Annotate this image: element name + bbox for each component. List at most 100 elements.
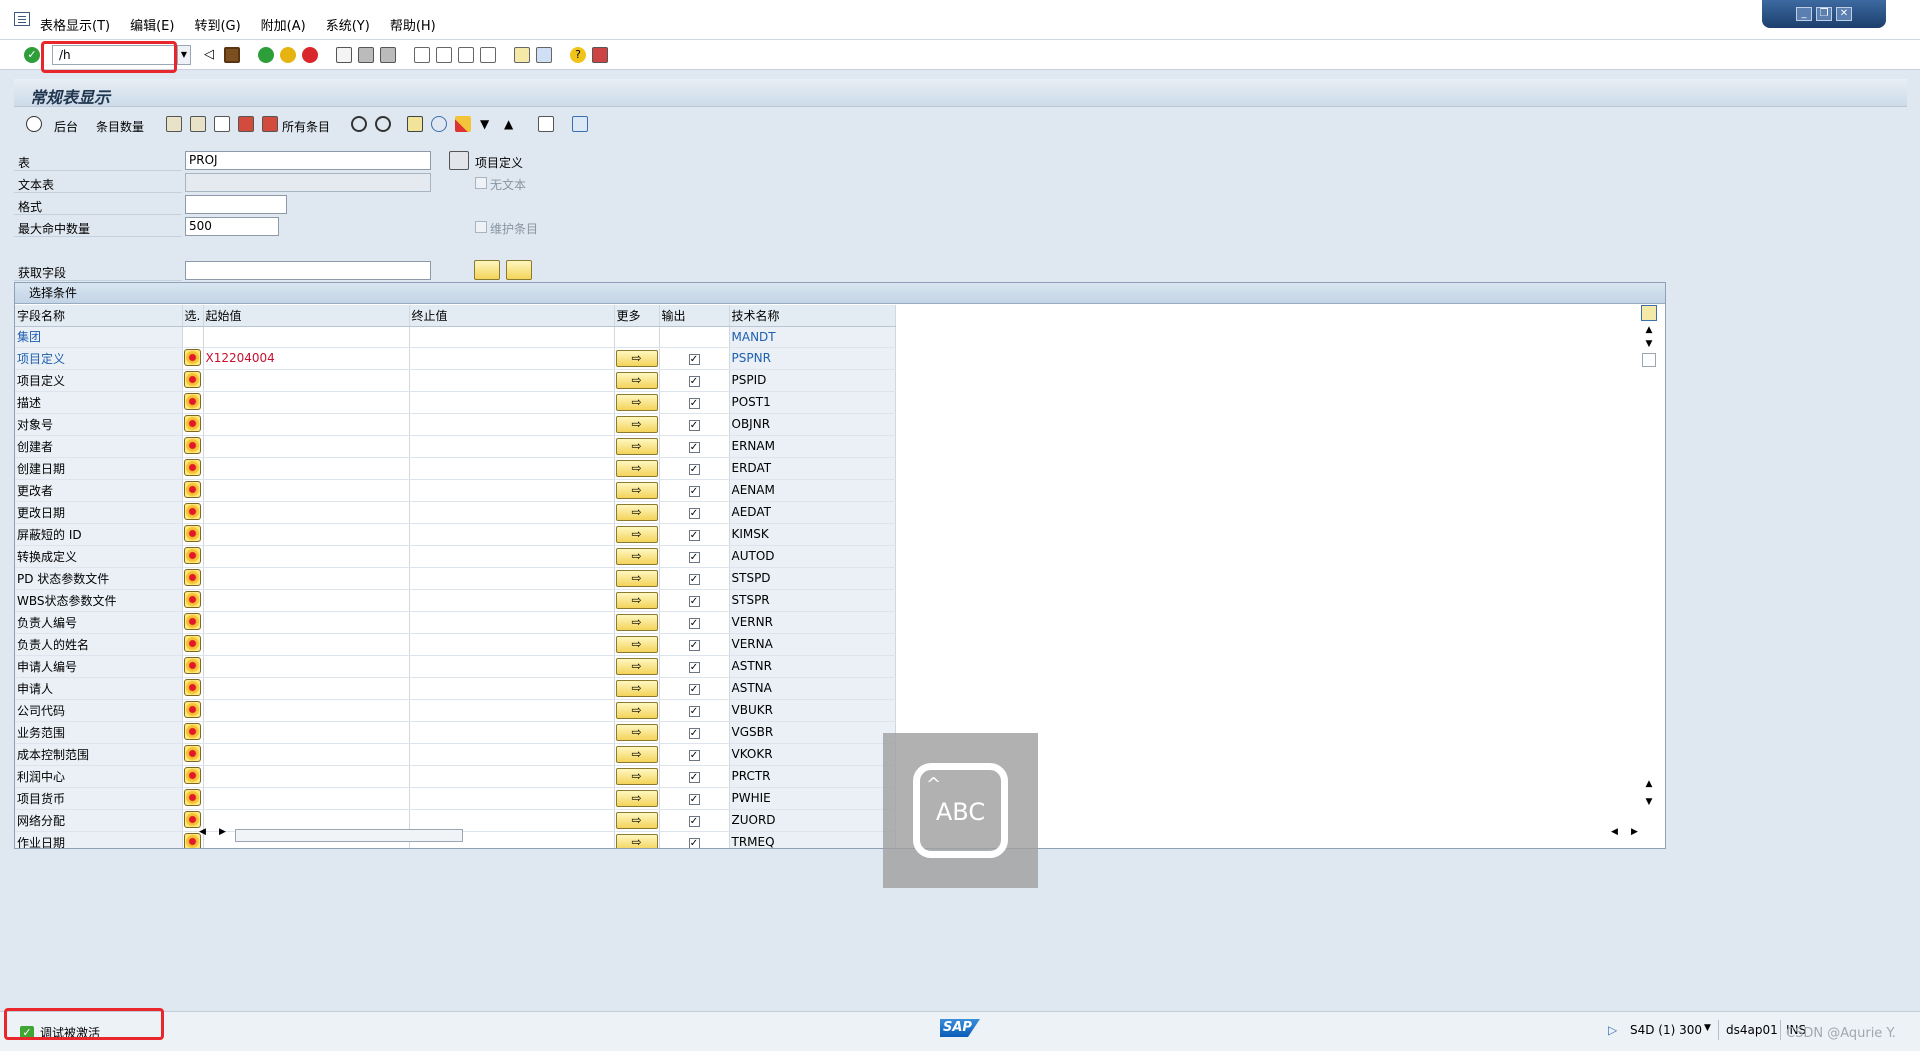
to-value-input[interactable] (409, 347, 615, 370)
to-value-input[interactable] (409, 677, 615, 700)
scroll-right-icon[interactable]: ▶ (219, 827, 226, 837)
multiple-selection-button[interactable]: ⇨ (615, 592, 658, 609)
menu-icon[interactable] (14, 12, 30, 26)
sort-asc-icon[interactable]: ▲ (504, 116, 520, 132)
multiple-selection-button[interactable]: ⇨ (615, 482, 658, 499)
selection-option-icon[interactable] (184, 678, 201, 696)
all-entries-button[interactable]: 所有条目 (282, 118, 330, 135)
menu-item[interactable]: 帮助(H) (390, 15, 436, 34)
get-fields-input[interactable] (185, 261, 431, 280)
selection-option-icon[interactable] (184, 524, 201, 542)
multiple-selection-button[interactable]: ⇨ (615, 768, 658, 785)
column-header[interactable]: 字段名称 (15, 305, 183, 327)
multiple-selection-button[interactable]: ⇨ (615, 372, 658, 389)
to-value-input[interactable] (409, 721, 615, 744)
execute-icon[interactable] (26, 116, 42, 132)
column-header[interactable]: 终止值 (409, 305, 615, 327)
from-value-input[interactable] (203, 523, 410, 546)
next-page-icon[interactable] (458, 47, 474, 63)
scroll-up-bottom-icon[interactable]: ▲ (1641, 779, 1657, 789)
from-value-input[interactable] (203, 677, 410, 700)
output-checkbox[interactable]: ✓ (688, 420, 700, 431)
selection-option-icon[interactable] (184, 546, 201, 564)
vertical-scrollbar[interactable]: ▲ ▼ ▲ ▼ (1641, 305, 1657, 825)
menu-item[interactable]: 系统(Y) (326, 15, 370, 34)
column-header[interactable]: 更多 (614, 305, 660, 327)
back-icon[interactable] (258, 47, 274, 63)
column-layout-icon[interactable] (1641, 305, 1657, 321)
to-value-input[interactable] (409, 326, 615, 348)
from-value-input[interactable] (203, 413, 410, 436)
from-value-input[interactable] (203, 391, 410, 414)
selection-option-icon[interactable] (184, 700, 201, 718)
column-header[interactable]: 选. (182, 305, 204, 327)
from-value-input[interactable] (203, 721, 410, 744)
column-header[interactable]: 起始值 (203, 305, 410, 327)
table-display-icon[interactable] (449, 151, 469, 170)
print-icon[interactable] (336, 47, 352, 63)
to-value-input[interactable] (409, 523, 615, 546)
multiple-selection-button[interactable]: ⇨ (615, 438, 658, 455)
output-checkbox[interactable]: ✓ (688, 398, 700, 409)
selection-option-icon[interactable] (184, 590, 201, 608)
menu-item[interactable]: 表格显示(T) (40, 15, 110, 34)
from-value-input[interactable] (203, 369, 410, 392)
sort-desc-icon[interactable]: ▼ (480, 116, 496, 132)
multiple-selection-button[interactable]: ⇨ (615, 746, 658, 763)
multiple-selection-button[interactable]: ⇨ (615, 548, 658, 565)
edit-icon[interactable] (455, 116, 471, 132)
from-value-input[interactable] (203, 457, 410, 480)
to-value-input[interactable] (409, 765, 615, 788)
from-value-input[interactable] (203, 633, 410, 656)
first-page-icon[interactable] (414, 47, 430, 63)
settings-icon[interactable] (538, 116, 554, 132)
save-icon[interactable] (224, 47, 240, 63)
selection-option-icon[interactable] (184, 502, 201, 520)
to-value-input[interactable] (409, 369, 615, 392)
to-value-input[interactable] (409, 787, 615, 810)
to-value-input[interactable] (409, 435, 615, 458)
multiple-selection-button[interactable]: ⇨ (615, 614, 658, 631)
output-checkbox[interactable]: ✓ (688, 816, 700, 827)
exit-icon[interactable] (280, 47, 296, 63)
last-page-icon[interactable] (480, 47, 496, 63)
selection-option-icon[interactable] (184, 436, 201, 454)
selection-option-icon[interactable] (184, 370, 201, 388)
status-play-icon[interactable]: ▷ (1608, 1023, 1617, 1037)
output-checkbox[interactable]: ✓ (688, 618, 700, 629)
multiple-selection-button[interactable]: ⇨ (615, 416, 658, 433)
column-header[interactable]: 输出 (659, 305, 730, 327)
from-value-input[interactable] (203, 589, 410, 612)
multiple-selection-button[interactable]: ⇨ (615, 570, 658, 587)
from-value-input[interactable] (203, 765, 410, 788)
multiple-selection-button[interactable]: ⇨ (615, 702, 658, 719)
selection-option-icon[interactable] (184, 612, 201, 630)
output-checkbox[interactable]: ✓ (688, 574, 700, 585)
from-value-input[interactable] (203, 699, 410, 722)
column-header[interactable]: 技术名称 (729, 305, 896, 327)
to-value-input[interactable] (409, 567, 615, 590)
from-value-input[interactable] (203, 611, 410, 634)
zoom-in-icon[interactable] (375, 116, 391, 132)
to-value-input[interactable] (409, 633, 615, 656)
menu-item[interactable]: 编辑(E) (130, 15, 174, 34)
selection-option-icon[interactable] (184, 480, 201, 498)
from-value-input[interactable] (203, 787, 410, 810)
output-checkbox[interactable]: ✓ (688, 772, 700, 783)
selection-option-icon[interactable] (184, 458, 201, 476)
from-value-input[interactable] (203, 545, 410, 568)
to-value-input[interactable] (409, 457, 615, 480)
selection-option-icon[interactable] (184, 722, 201, 740)
multiple-selection-button[interactable]: ⇨ (615, 460, 658, 477)
multiple-selection-button[interactable]: ⇨ (615, 636, 658, 653)
scroll-left-end-icon[interactable]: ◀ (1611, 827, 1618, 837)
multiple-selection-button[interactable]: ⇨ (615, 724, 658, 741)
output-checkbox[interactable]: ✓ (688, 662, 700, 673)
command-dropdown-icon[interactable]: ▼ (177, 45, 191, 65)
shortcut-icon[interactable] (536, 47, 552, 63)
scroll-thumb[interactable] (1642, 353, 1656, 367)
close-icon[interactable]: ✕ (1836, 7, 1852, 21)
prev-page-icon[interactable] (436, 47, 452, 63)
select-all-icon[interactable] (166, 116, 182, 132)
max-hits-input[interactable]: 500 (185, 217, 279, 236)
